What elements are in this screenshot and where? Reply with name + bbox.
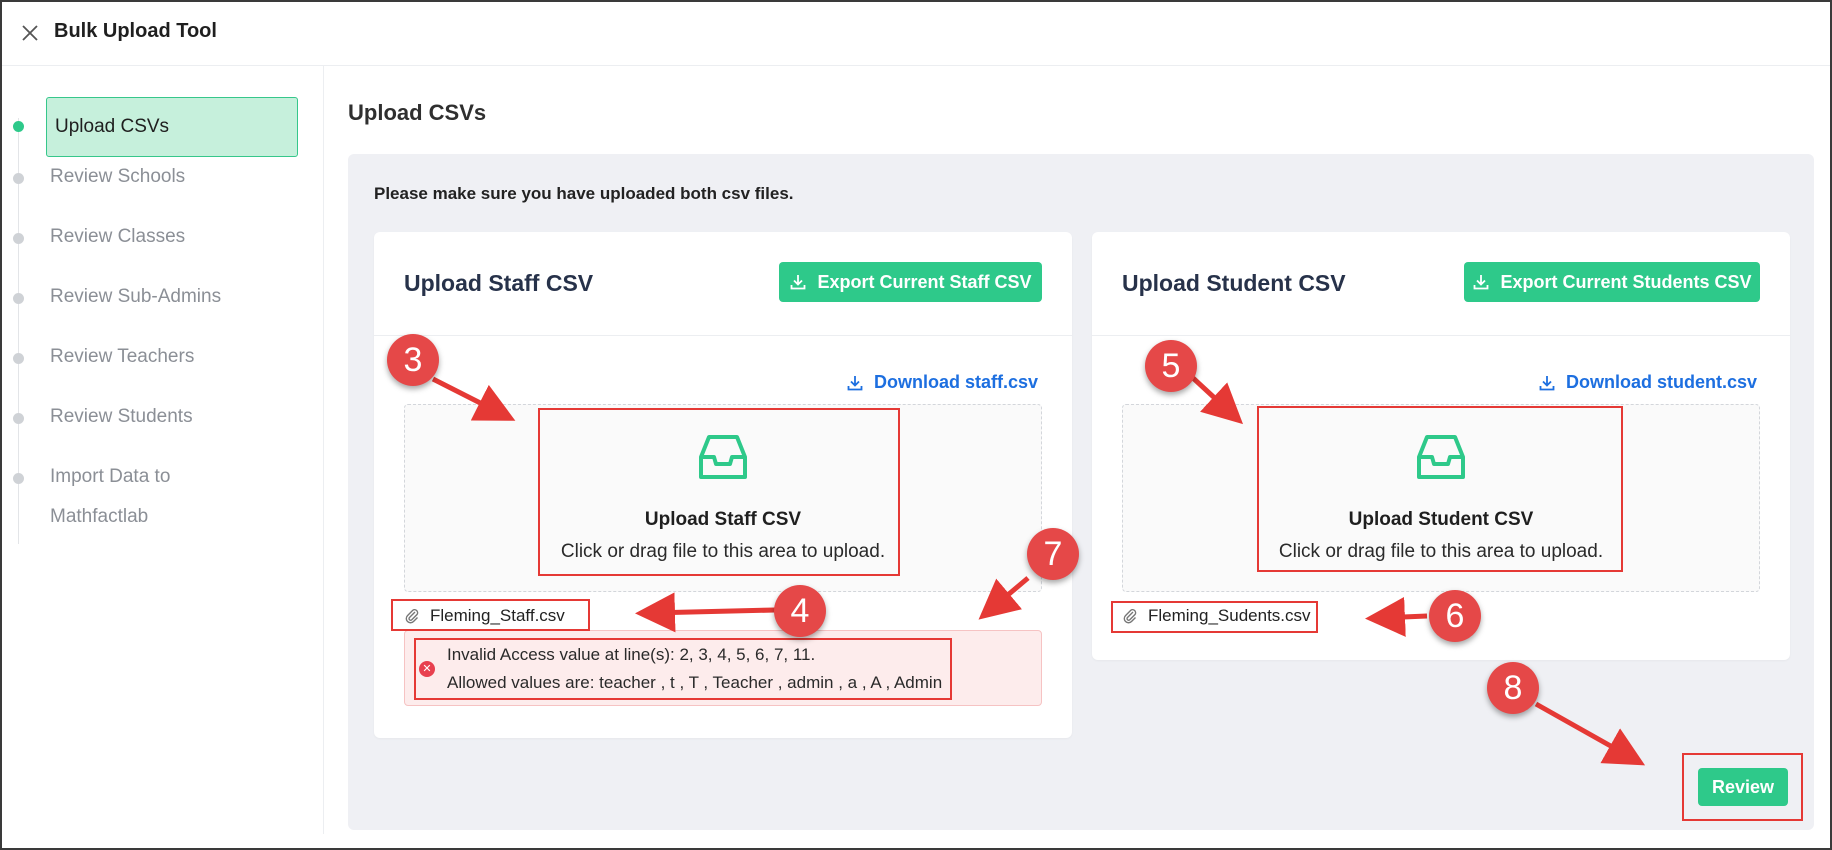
annotation-badge-5: 5	[1145, 340, 1197, 392]
step-label-line2: Mathfactlab	[50, 506, 149, 527]
step-label: Review Classes	[50, 226, 186, 247]
staff-file-item[interactable]: Fleming_Staff.csv	[404, 606, 565, 626]
download-student-label: Download student.csv	[1566, 372, 1758, 392]
step-dot	[13, 353, 24, 364]
download-icon	[791, 275, 806, 290]
student-dropzone-hint: Click or drag file to this area to uploa…	[1278, 541, 1604, 562]
export-staff-label: Export Current Staff CSV	[817, 271, 1032, 292]
annotation-badge-8: 8	[1487, 662, 1539, 714]
step-review-teachers[interactable]: Review Teachers	[2, 345, 322, 405]
step-dot	[13, 173, 24, 184]
review-button[interactable]: Review	[1698, 768, 1788, 806]
inbox-icon	[1417, 435, 1465, 479]
student-dropzone-title: Upload Student CSV	[1348, 509, 1534, 530]
close-icon[interactable]	[19, 22, 41, 44]
staff-dropzone-title: Upload Staff CSV	[644, 509, 802, 530]
step-label: Review Students	[50, 406, 193, 427]
download-student-link[interactable]: Download student.csv	[1538, 372, 1757, 393]
step-dot	[13, 413, 24, 424]
step-dot	[13, 293, 24, 304]
annotation-badge-4: 4	[774, 585, 826, 637]
section-heading: Upload CSVs	[348, 100, 487, 125]
step-upload-csvs[interactable]: Upload CSVs	[2, 97, 322, 157]
download-icon	[1474, 275, 1489, 290]
staff-dropzone[interactable]: Upload Staff CSV Click or drag file to t…	[404, 404, 1042, 592]
error-message-line2: Allowed values are: teacher , t , T , Te…	[447, 673, 943, 692]
error-message-line1: Invalid Access value at line(s): 2, 3, 4…	[447, 645, 816, 664]
student-file-name: Fleming_Sudents.csv	[1148, 606, 1311, 625]
step-label: Review Schools	[50, 166, 186, 187]
inbox-icon	[699, 435, 747, 479]
error-icon: ✕	[419, 661, 435, 677]
staff-card-title: Upload Staff CSV	[404, 270, 594, 296]
download-staff-link[interactable]: Download staff.csv	[846, 372, 1038, 393]
staff-dropzone-hint: Click or drag file to this area to uploa…	[560, 541, 886, 562]
download-icon	[847, 375, 863, 390]
paperclip-icon	[405, 609, 419, 624]
step-review-students[interactable]: Review Students	[2, 405, 322, 465]
step-review-schools[interactable]: Review Schools	[2, 165, 322, 225]
annotation-badge-7: 7	[1027, 528, 1079, 580]
annotation-badge-6: 6	[1429, 590, 1481, 642]
export-students-button[interactable]: Export Current Students CSV	[1464, 262, 1760, 302]
export-staff-button[interactable]: Export Current Staff CSV	[779, 262, 1042, 302]
step-review-sub-admins[interactable]: Review Sub-Admins	[2, 285, 322, 345]
step-import-data[interactable]: Import Data to Mathfactlab	[2, 465, 322, 545]
staff-file-name: Fleming_Staff.csv	[430, 606, 565, 625]
sidebar-steps: Upload CSVs Review Schools Review Classe…	[2, 66, 324, 834]
step-label-line1: Import Data to	[50, 466, 171, 487]
step-label: Review Teachers	[50, 346, 195, 367]
student-file-item[interactable]: Fleming_Sudents.csv	[1122, 606, 1311, 626]
upload-notice: Please make sure you have uploaded both …	[374, 184, 794, 203]
student-card-title: Upload Student CSV	[1122, 270, 1346, 296]
step-dot	[13, 473, 24, 484]
student-dropzone[interactable]: Upload Student CSV Click or drag file to…	[1122, 404, 1760, 592]
step-review-classes[interactable]: Review Classes	[2, 225, 322, 285]
paperclip-icon	[1123, 609, 1137, 624]
export-students-label: Export Current Students CSV	[1500, 271, 1752, 292]
step-label: Review Sub-Admins	[50, 286, 222, 307]
staff-error-alert: ✕ Invalid Access value at line(s): 2, 3,…	[404, 630, 1042, 706]
step-label: Upload CSVs	[55, 116, 170, 137]
download-icon	[1539, 375, 1555, 390]
download-staff-label: Download staff.csv	[874, 372, 1039, 392]
header: Bulk Upload Tool	[2, 2, 1830, 66]
step-dot-active	[13, 121, 24, 132]
annotation-badge-3: 3	[387, 334, 439, 386]
step-dot	[13, 233, 24, 244]
page-title: Bulk Upload Tool	[54, 20, 217, 42]
